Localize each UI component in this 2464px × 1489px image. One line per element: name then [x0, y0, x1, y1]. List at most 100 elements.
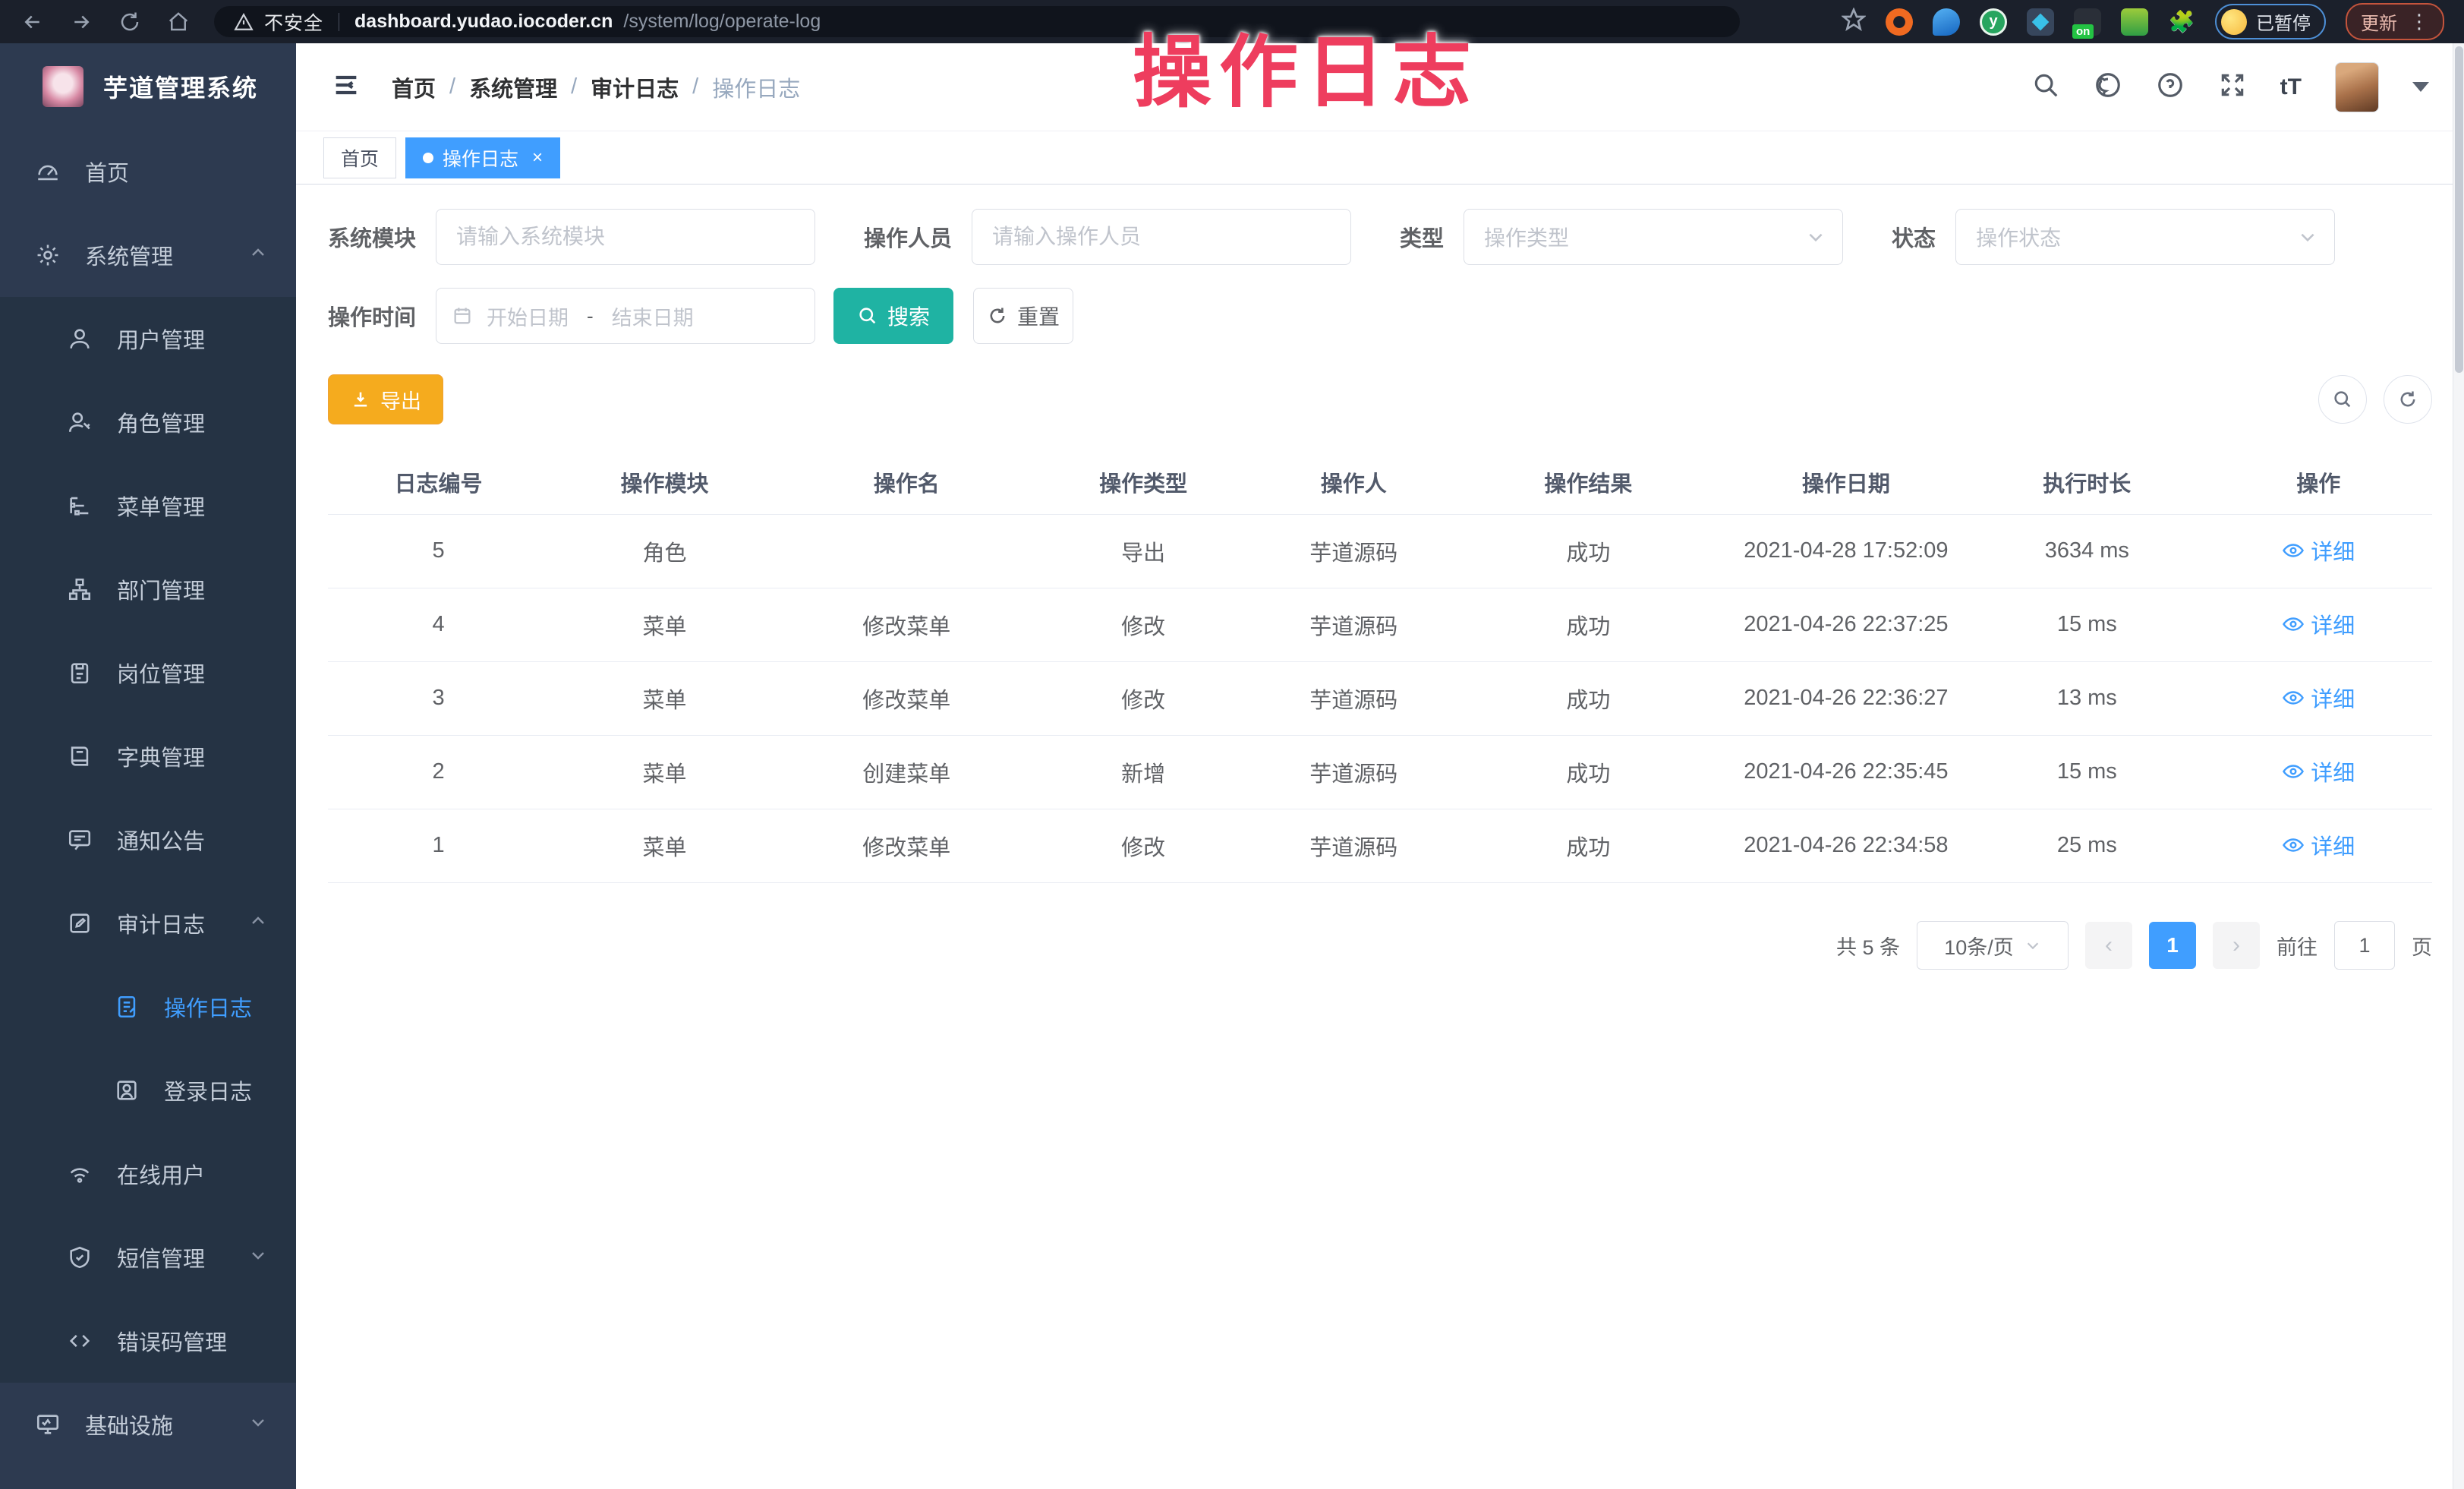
sidebar-item-label: 字典管理: [117, 740, 205, 772]
current-page[interactable]: 1: [2149, 922, 2196, 969]
search-button[interactable]: 搜索: [833, 288, 953, 344]
search-icon[interactable]: [2031, 71, 2060, 103]
cell-result: 成功: [1454, 588, 1723, 661]
toggle-search-button[interactable]: [2318, 375, 2367, 424]
export-button[interactable]: 导出: [328, 374, 443, 424]
sidebar-item-label: 短信管理: [117, 1241, 205, 1273]
cell-duration: 15 ms: [1969, 588, 2204, 661]
col-header: 操作名: [780, 450, 1033, 514]
app-logo-row[interactable]: 芋道管理系统: [0, 43, 296, 130]
page-size-select[interactable]: 10条/页: [1917, 921, 2069, 970]
breadcrumb-home[interactable]: 首页: [392, 71, 436, 103]
table-header-row: 日志编号 操作模块 操作名 操作类型 操作人 操作结果 操作日期 执行时长 操作: [328, 450, 2432, 514]
table-row: 5 角色 导出 芋道源码 成功 2021-04-28 17:52:09 3634…: [328, 514, 2432, 588]
warning-icon: [234, 12, 254, 32]
cell-id: 2: [328, 735, 549, 809]
sidebar-item-label: 系统管理: [85, 239, 173, 271]
fullscreen-icon[interactable]: [2218, 71, 2247, 103]
date-range-separator: -: [587, 304, 594, 328]
chevron-down-icon: [249, 1412, 267, 1437]
breadcrumb-separator: /: [571, 74, 577, 99]
detail-link[interactable]: 详细: [2282, 829, 2355, 861]
breadcrumb-audit[interactable]: 审计日志: [591, 71, 679, 103]
detail-link[interactable]: 详细: [2282, 535, 2355, 566]
sidebar-item-label: 部门管理: [117, 573, 205, 605]
sidebar-item-devtools[interactable]: 研发工具: [0, 1466, 296, 1489]
sidebar-item-roles[interactable]: 角色管理: [0, 380, 296, 464]
sidebar-item-infra[interactable]: 基础设施: [0, 1383, 296, 1466]
back-icon[interactable]: [20, 9, 46, 35]
date-range-picker[interactable]: 开始日期 - 结束日期: [436, 288, 815, 344]
prev-page-button[interactable]: ‹: [2085, 922, 2132, 969]
edit-square-icon: [67, 910, 93, 936]
col-header: 操作日期: [1723, 450, 1969, 514]
scrollbar-thumb[interactable]: [2455, 46, 2463, 373]
extension-pin-icon[interactable]: [1933, 8, 1960, 36]
sidebar-item-label: 通知公告: [117, 824, 205, 856]
reload-icon[interactable]: [117, 9, 143, 35]
font-size-icon[interactable]: tT: [2280, 74, 2302, 100]
cell-date: 2021-04-26 22:35:45: [1723, 735, 1969, 809]
sidebar-item-label: 基础设施: [85, 1409, 173, 1440]
address-bar[interactable]: 不安全 dashboard.yudao.iocoder.cn /system/l…: [214, 6, 1740, 37]
goto-page-input[interactable]: [2334, 921, 2395, 970]
sidebar-item-label: 首页: [85, 156, 129, 188]
forward-icon[interactable]: [68, 9, 94, 35]
tab-operate-log[interactable]: 操作日志 ×: [405, 137, 560, 178]
close-icon[interactable]: ×: [532, 147, 543, 169]
type-select[interactable]: 操作类型: [1464, 209, 1843, 265]
type-select-placeholder: 操作类型: [1484, 222, 1569, 252]
sidebar-item-system[interactable]: 系统管理: [0, 213, 296, 297]
sidebar-item-audit-log[interactable]: 审计日志: [0, 882, 296, 965]
extension-diamond-icon[interactable]: [2027, 8, 2054, 36]
refresh-table-button[interactable]: [2384, 375, 2432, 424]
sidebar-collapse-icon[interactable]: [331, 70, 361, 104]
next-page-button[interactable]: ›: [2213, 922, 2260, 969]
sidebar-item-home[interactable]: 首页: [0, 130, 296, 213]
extension-green-icon[interactable]: y: [1980, 8, 2007, 36]
github-icon[interactable]: [2094, 71, 2122, 103]
sidebar-item-notices[interactable]: 通知公告: [0, 798, 296, 882]
sidebar-item-users[interactable]: 用户管理: [0, 297, 296, 380]
browser-menu-icon[interactable]: ⋮: [2409, 16, 2429, 28]
sidebar-item-error-codes[interactable]: 错误码管理: [0, 1299, 296, 1383]
cell-operator: 芋道源码: [1254, 735, 1454, 809]
cell-operator: 芋道源码: [1254, 809, 1454, 882]
role-icon: [67, 409, 93, 435]
help-icon[interactable]: [2156, 71, 2185, 103]
detail-link-label: 详细: [2311, 535, 2355, 566]
extension-evernote-icon[interactable]: [2121, 8, 2148, 36]
extension-ublock-icon[interactable]: [1886, 8, 1913, 36]
sidebar-item-sms[interactable]: 短信管理: [0, 1216, 296, 1299]
detail-link[interactable]: 详细: [2282, 756, 2355, 787]
cell-date: 2021-04-26 22:34:58: [1723, 809, 1969, 882]
extension-switch-icon[interactable]: on: [2074, 8, 2101, 36]
sidebar-item-depts[interactable]: 部门管理: [0, 547, 296, 631]
detail-link[interactable]: 详细: [2282, 682, 2355, 714]
sidebar-item-online-users[interactable]: 在线用户: [0, 1132, 296, 1216]
sidebar-item-login-log[interactable]: 登录日志: [0, 1049, 296, 1132]
detail-link[interactable]: 详细: [2282, 608, 2355, 640]
operator-input[interactable]: [972, 209, 1351, 265]
bookmark-star-icon[interactable]: [1842, 8, 1866, 36]
module-input[interactable]: [436, 209, 815, 265]
sidebar-item-operate-log[interactable]: 操作日志: [0, 965, 296, 1049]
sidebar-item-menus[interactable]: 菜单管理: [0, 464, 296, 547]
caret-down-icon[interactable]: [2412, 82, 2429, 92]
cell-date: 2021-04-26 22:36:27: [1723, 661, 1969, 735]
sidebar-item-dict[interactable]: 字典管理: [0, 715, 296, 798]
extensions-puzzle-icon[interactable]: 🧩: [2168, 8, 2195, 36]
breadcrumb-system[interactable]: 系统管理: [469, 71, 557, 103]
tab-home[interactable]: 首页: [323, 137, 396, 178]
gear-icon: [35, 242, 61, 268]
user-avatar[interactable]: [2335, 62, 2379, 112]
status-select[interactable]: 操作状态: [1955, 209, 2335, 265]
home-icon[interactable]: [165, 9, 191, 35]
chrome-update-button[interactable]: 更新 ⋮: [2346, 3, 2444, 40]
sidebar-item-posts[interactable]: 岗位管理: [0, 631, 296, 715]
reset-button[interactable]: 重置: [973, 288, 1073, 344]
sidebar-item-label: 操作日志: [164, 991, 252, 1023]
col-header: 操作人: [1254, 450, 1454, 514]
profile-paused-pill[interactable]: 已暂停: [2215, 4, 2326, 39]
page-scrollbar[interactable]: [2453, 43, 2464, 1489]
